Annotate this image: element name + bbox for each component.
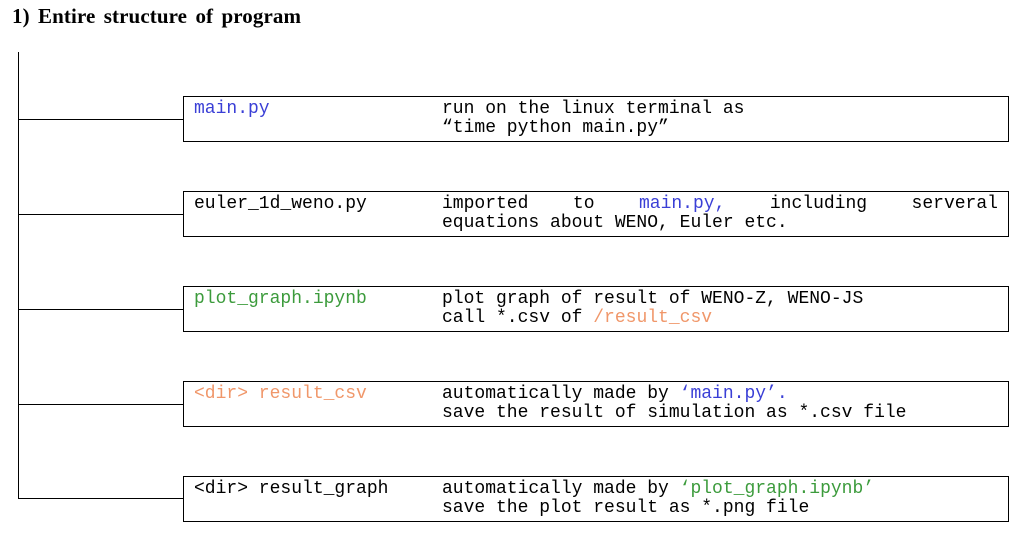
description-line: imported to main.py, including serveral [442,195,998,214]
dir-name-result-csv: <dir> result_csv [194,384,367,404]
description-line: automatically made by ‘plot_graph.ipynb’ [442,480,998,499]
file-name-main-py: main.py [194,99,270,119]
file-description: run on the linux terminal as “time pytho… [442,100,998,138]
file-box-plot-graph: plot_graph.ipynb plot graph of result of… [183,286,1009,332]
description-line: plot graph of result of WENO-Z, WENO-JS [442,289,864,309]
description-line: automatically made by ‘main.py’. [442,385,998,404]
description-text: automatically made by [442,384,680,404]
file-name-euler-1d-weno: euler_1d_weno.py [194,194,367,214]
description-text: automatically made by [442,479,680,499]
description-line: equations about WENO, Euler etc. [442,213,788,233]
tree-branch-result-csv [18,404,183,405]
description-line: save the result of simulation as *.csv f… [442,403,907,423]
dir-name-result-graph: <dir> result_graph [194,479,389,499]
tree-branch-plot-graph [18,309,183,310]
description-text: call *.csv of [442,308,594,328]
file-box-euler-1d-weno: euler_1d_weno.py imported to main.py, in… [183,191,1009,237]
file-box-main-py: main.py run on the linux terminal as “ti… [183,96,1009,142]
file-description: automatically made by ‘main.py’. save th… [442,385,998,423]
plot-graph-reference: ‘plot_graph.ipynb’ [679,479,875,499]
description-word: imported [442,194,529,214]
tree-branch-result-graph [18,498,183,499]
tree-branch-main-py [18,119,183,120]
file-description: automatically made by ‘plot_graph.ipynb’… [442,480,998,518]
description-line: run on the linux terminal as [442,99,745,119]
description-word: including [769,194,868,214]
description-word: to [572,194,595,214]
description-line: “time python main.py” [442,118,669,138]
main-py-reference: main.py, [638,194,726,214]
main-py-reference: ‘main.py’. [679,384,788,404]
dir-box-result-graph: <dir> result_graph automatically made by… [183,476,1009,522]
file-description: plot graph of result of WENO-Z, WENO-JS … [442,290,998,328]
result-csv-path: /result_csv [593,308,713,328]
file-name-plot-graph: plot_graph.ipynb [194,289,367,309]
file-description: imported to main.py, including serveral … [442,195,998,233]
tree-branch-euler-1d-weno [18,214,183,215]
dir-box-result-csv: <dir> result_csv automatically made by ‘… [183,381,1009,427]
section-title: 1) Entire structure of program [12,4,302,28]
description-line: call *.csv of /result_csv [442,309,998,328]
description-line: save the plot result as *.png file [442,498,810,518]
description-word: serveral [911,194,998,214]
